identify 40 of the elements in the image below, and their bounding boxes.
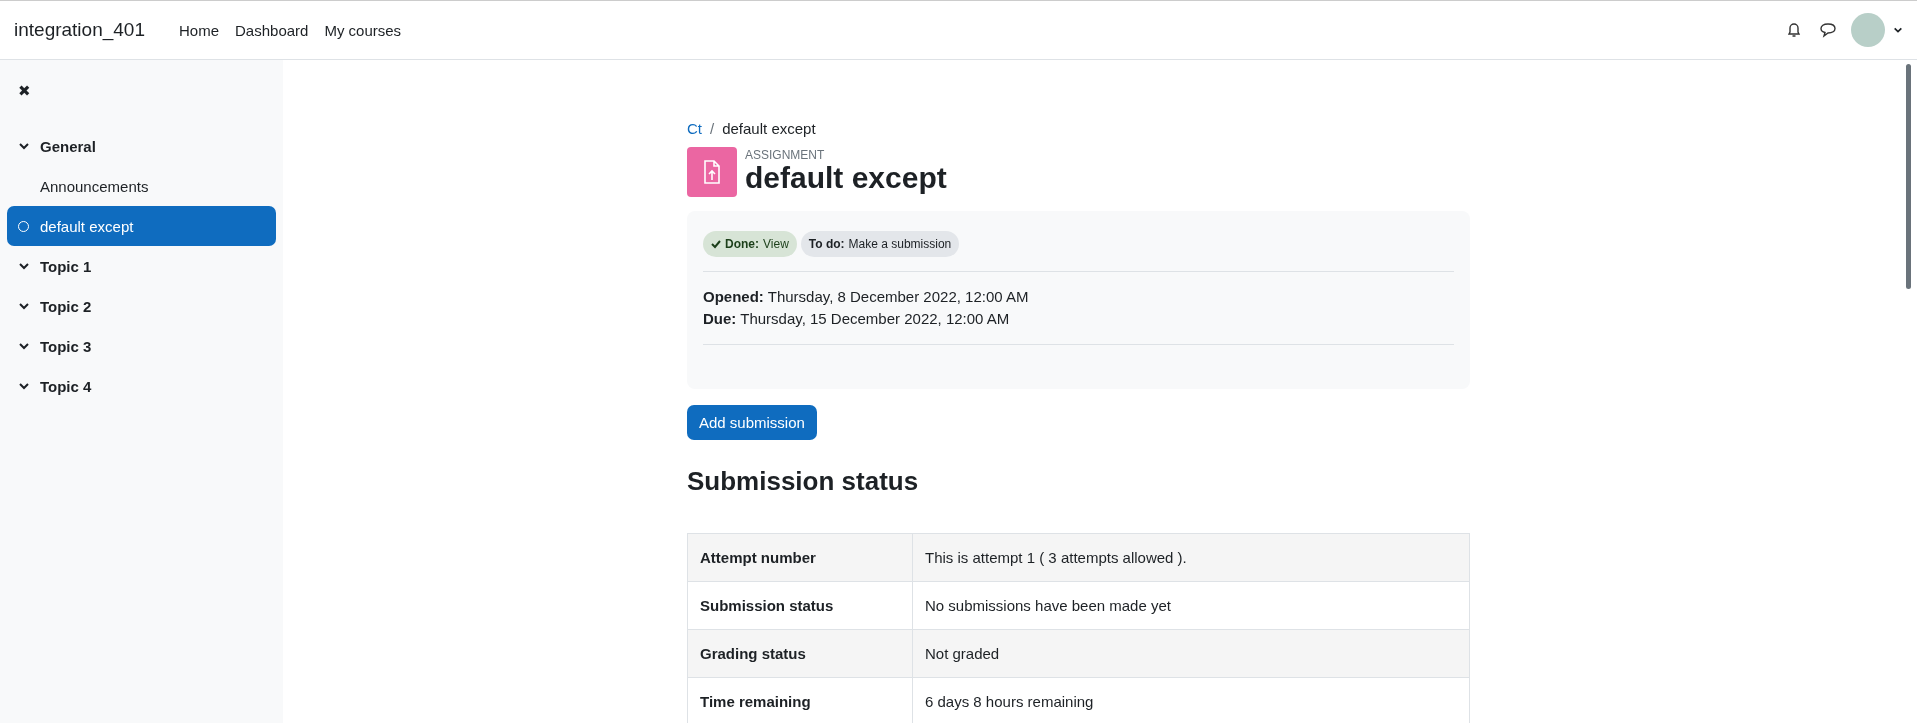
table-header-cell: Time remaining xyxy=(687,677,913,723)
completion-badge: Done: View xyxy=(703,231,797,257)
table-header-cell: Submission status xyxy=(687,581,913,630)
chevron-icon[interactable] xyxy=(18,340,30,352)
sidebar-item[interactable]: Announcements xyxy=(7,166,276,206)
table-header-cell: Attempt number xyxy=(687,533,913,582)
speech-bubble-icon[interactable] xyxy=(1819,21,1837,39)
table-header-cell: Grading status xyxy=(687,629,913,678)
file-upload-icon xyxy=(687,147,737,197)
table-cell: No submissions have been made yet xyxy=(912,581,1470,630)
caret-icon[interactable] xyxy=(1893,25,1903,35)
chevron-icon[interactable] xyxy=(18,380,30,392)
breadcrumb-current: default except xyxy=(722,120,816,137)
chevron-icon[interactable] xyxy=(18,300,30,312)
section-heading: Submission status xyxy=(687,466,920,497)
sidebar-section[interactable]: Topic 3 xyxy=(7,326,276,366)
sidebar-section[interactable]: Topic 2 xyxy=(7,286,276,326)
site-name[interactable]: integration_401 xyxy=(14,19,145,41)
nav-link[interactable]: Dashboard xyxy=(235,21,309,39)
chevron-icon[interactable] xyxy=(18,140,30,152)
sidebar-section[interactable]: Topic 4 xyxy=(7,366,276,406)
chevron-icon[interactable] xyxy=(18,260,30,272)
table-cell: This is attempt 1 ( 3 attempts allowed ). xyxy=(912,533,1470,582)
add-submission-button[interactable]: Add submission xyxy=(687,405,817,440)
nav-link[interactable]: My courses xyxy=(324,21,402,39)
date-text: Opened: Thursday, 8 December 2022, 12:00 AM xyxy=(703,287,1030,307)
date-text: Due: Thursday, 15 December 2022, 12:00 AM xyxy=(703,309,1011,329)
sidebar-section[interactable]: General xyxy=(7,126,276,166)
nav-link[interactable]: Home xyxy=(179,21,219,39)
breadcrumb-link[interactable]: Ct xyxy=(687,120,702,137)
page-title: default except xyxy=(745,162,947,194)
table-cell: Not graded xyxy=(912,629,1470,678)
breadcrumb-separator: / xyxy=(710,120,715,137)
completion-badge: To do: Make a submission xyxy=(800,231,960,257)
scrollbar-thumb[interactable] xyxy=(1906,64,1911,289)
activity-type: ASSIGNMENT xyxy=(745,148,826,162)
sidebar-item[interactable]: default except xyxy=(7,206,276,246)
sidebar-section[interactable]: Topic 1 xyxy=(7,246,276,286)
close-button[interactable]: ✖ xyxy=(18,82,31,100)
bell-icon[interactable] xyxy=(1785,21,1803,39)
